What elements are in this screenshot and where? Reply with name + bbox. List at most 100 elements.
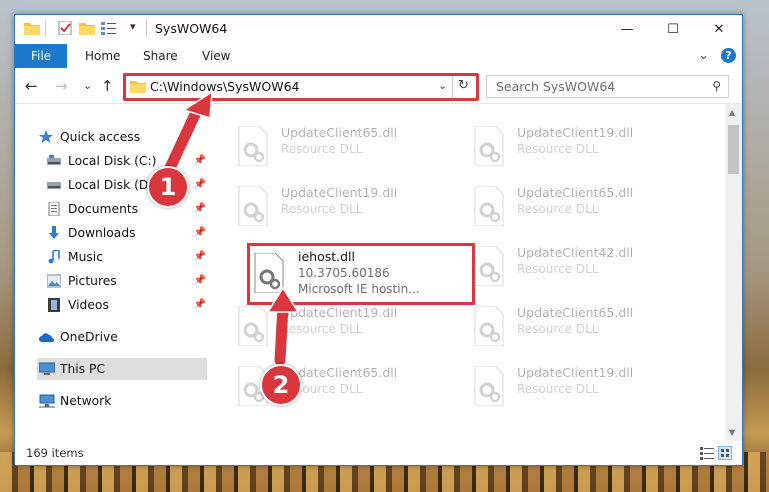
file-explorer-window: ▾ SysWOW64 — ☐ ✕ File Home Share View ⌄ … bbox=[14, 14, 743, 466]
navigation-pane: Quick access Local Disk (C:) 📌 Local Dis… bbox=[15, 104, 211, 441]
folder-icon[interactable] bbox=[24, 21, 40, 35]
pictures-icon bbox=[47, 274, 61, 288]
sidebar-item-label: Pictures bbox=[68, 274, 117, 288]
file-type: Resource DLL bbox=[517, 142, 599, 156]
pin-icon[interactable]: 📌 bbox=[194, 275, 206, 286]
file-item[interactable]: UpdateClient19.dll Resource DLL bbox=[233, 180, 449, 238]
downloads-icon bbox=[49, 226, 59, 239]
sidebar-item-label: Documents bbox=[68, 202, 139, 216]
sidebar-item-quick-access[interactable]: Quick access bbox=[15, 126, 211, 148]
cloud-icon bbox=[39, 333, 54, 342]
scrollbar-thumb[interactable] bbox=[728, 125, 739, 174]
documents-icon bbox=[48, 202, 60, 216]
scroll-up-icon[interactable]: ▲ bbox=[729, 108, 735, 117]
sidebar-item-label: OneDrive bbox=[60, 330, 118, 344]
search-placeholder: Search SysWOW64 bbox=[496, 79, 616, 94]
dll-file-icon bbox=[474, 186, 504, 226]
maximize-button[interactable]: ☐ bbox=[650, 15, 696, 43]
minimize-button[interactable]: — bbox=[604, 15, 650, 43]
address-dropdown-chevron-icon[interactable]: ⌄ bbox=[438, 79, 447, 92]
address-path[interactable]: C:\Windows\SysWOW64 bbox=[150, 79, 299, 94]
file-type: Resource DLL bbox=[281, 202, 363, 216]
file-item[interactable]: UpdateClient19.dll Resource DLL bbox=[233, 300, 449, 358]
search-input[interactable]: Search SysWOW64 ⚲ bbox=[486, 75, 729, 98]
sidebar-item-label: Videos bbox=[68, 298, 109, 312]
file-type: Resource DLL bbox=[517, 382, 599, 396]
help-icon[interactable]: ? bbox=[721, 48, 736, 63]
sidebar-item-label: Downloads bbox=[68, 226, 136, 240]
file-name: UpdateClient65.dll bbox=[517, 185, 634, 200]
file-name: UpdateClient19.dll bbox=[517, 125, 634, 140]
up-button[interactable]: ↑ bbox=[101, 77, 114, 95]
sidebar-item-label: This PC bbox=[60, 362, 106, 376]
pin-icon[interactable]: 📌 bbox=[194, 299, 206, 310]
dll-file-icon bbox=[254, 253, 284, 293]
file-name: UpdateClient19.dll bbox=[281, 185, 398, 200]
computer-icon bbox=[39, 362, 55, 375]
tab-view[interactable]: View bbox=[202, 49, 230, 63]
file-item[interactable]: UpdateClient19.dll Resource DLL bbox=[469, 360, 685, 418]
forward-button[interactable]: → bbox=[55, 77, 68, 95]
recent-locations-chevron-icon[interactable]: ⌄ bbox=[83, 79, 92, 92]
details-view-icon[interactable] bbox=[700, 446, 714, 460]
sidebar-item-local-disk-c[interactable]: Local Disk (C:) 📌 bbox=[15, 150, 211, 172]
sidebar-item-this-pc[interactable]: This PC bbox=[37, 358, 207, 380]
back-button[interactable]: ← bbox=[25, 77, 38, 95]
file-type: Resource DLL bbox=[281, 322, 363, 336]
videos-icon bbox=[48, 298, 60, 312]
file-item[interactable]: UpdateClient65.dll Resource DLL bbox=[233, 120, 449, 178]
file-version: 10.3705.60186 bbox=[298, 266, 390, 280]
callout-badge-2: 2 bbox=[260, 364, 302, 406]
pin-icon[interactable]: 📌 bbox=[194, 155, 206, 166]
file-name: UpdateClient19.dll bbox=[517, 365, 634, 380]
file-item[interactable]: UpdateClient19.dll Resource DLL bbox=[469, 120, 685, 178]
search-icon[interactable]: ⚲ bbox=[712, 79, 721, 93]
file-name: iehost.dll bbox=[298, 249, 356, 264]
address-toolbar: ← → ⌄ ↑ C:\Windows\SysWOW64 ⌄ ↻ Search S… bbox=[15, 69, 742, 104]
file-item[interactable]: UpdateClient65.dll Resource DLL bbox=[469, 180, 685, 238]
callout-badge-1: 1 bbox=[147, 166, 189, 208]
file-item-iehost[interactable]: iehost.dll 10.3705.60186 Microsoft IE ho… bbox=[247, 243, 475, 305]
tab-share[interactable]: Share bbox=[143, 49, 178, 63]
file-name: UpdateClient65.dll bbox=[517, 305, 634, 320]
file-type: Resource DLL bbox=[517, 202, 599, 216]
sidebar-item-music[interactable]: Music 📌 bbox=[15, 246, 211, 268]
large-icons-view-icon[interactable] bbox=[718, 446, 732, 460]
network-icon bbox=[39, 394, 55, 408]
view-options-icon[interactable] bbox=[101, 21, 117, 35]
file-type: Resource DLL bbox=[517, 322, 599, 336]
pin-icon[interactable]: 📌 bbox=[194, 179, 206, 190]
music-icon bbox=[48, 250, 60, 264]
file-item[interactable]: UpdateClient42.dll Resource DLL bbox=[469, 240, 685, 298]
new-folder-icon[interactable] bbox=[79, 21, 95, 35]
file-name: UpdateClient19.dll bbox=[281, 305, 398, 320]
sidebar-item-pictures[interactable]: Pictures 📌 bbox=[15, 270, 211, 292]
sidebar-item-downloads[interactable]: Downloads 📌 bbox=[15, 222, 211, 244]
file-type: Resource DLL bbox=[281, 142, 363, 156]
address-bar[interactable]: C:\Windows\SysWOW64 ⌄ ↻ bbox=[123, 73, 479, 101]
refresh-icon[interactable]: ↻ bbox=[458, 78, 469, 93]
close-button[interactable]: ✕ bbox=[696, 15, 742, 43]
customize-toolbar-chevron-icon[interactable]: ▾ bbox=[130, 20, 136, 33]
sidebar-item-videos[interactable]: Videos 📌 bbox=[15, 294, 211, 316]
tab-file[interactable]: File bbox=[15, 44, 67, 68]
address-divider bbox=[452, 76, 453, 98]
pin-icon[interactable]: 📌 bbox=[194, 251, 206, 262]
scroll-down-icon[interactable]: ▼ bbox=[729, 428, 735, 437]
file-description: Microsoft IE hostin... bbox=[298, 282, 420, 296]
properties-icon[interactable] bbox=[58, 21, 74, 35]
dll-file-icon bbox=[474, 126, 504, 166]
file-item[interactable]: UpdateClient65.dll Resource DLL bbox=[469, 300, 685, 358]
dll-file-icon bbox=[474, 306, 504, 346]
sidebar-item-network[interactable]: Network bbox=[15, 390, 211, 412]
tab-home[interactable]: Home bbox=[85, 49, 120, 63]
item-count: 169 items bbox=[26, 446, 84, 460]
pin-icon[interactable]: 📌 bbox=[194, 227, 206, 238]
sidebar-item-label: Network bbox=[60, 394, 112, 408]
pin-icon[interactable]: 📌 bbox=[194, 203, 206, 214]
expand-ribbon-chevron-icon[interactable]: ⌄ bbox=[698, 48, 709, 63]
drive-icon bbox=[47, 182, 61, 189]
vertical-scrollbar[interactable]: ▲ ▼ bbox=[725, 104, 742, 441]
star-icon bbox=[39, 130, 53, 143]
sidebar-item-onedrive[interactable]: OneDrive bbox=[15, 326, 211, 348]
